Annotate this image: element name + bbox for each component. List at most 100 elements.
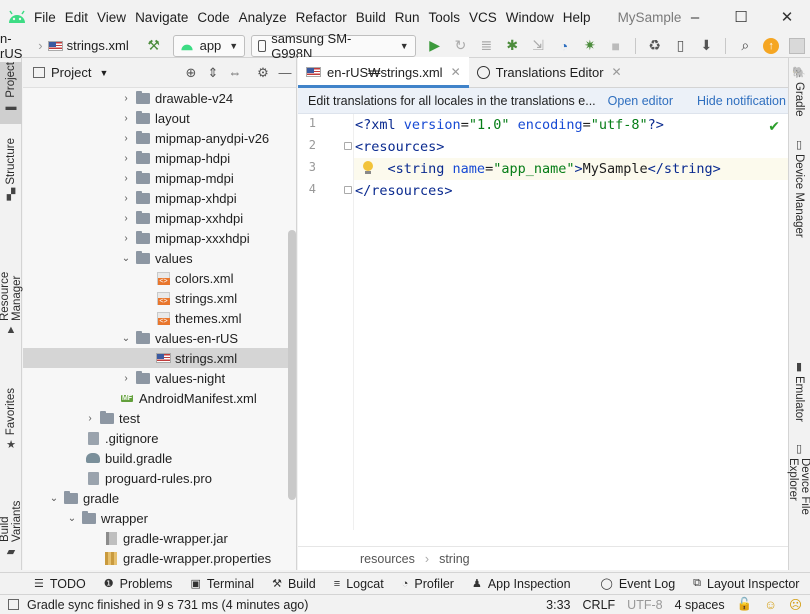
- lightbulb-icon[interactable]: [362, 161, 374, 175]
- chevron-right-icon[interactable]: ›: [119, 213, 133, 224]
- attach-debugger-icon[interactable]: ⇲: [527, 35, 549, 57]
- tool-layout-inspector[interactable]: ⧉ Layout Inspector: [693, 577, 799, 591]
- tool-event-log[interactable]: ◯ Event Log: [601, 577, 676, 591]
- account-icon[interactable]: [786, 35, 808, 57]
- tab-emulator[interactable]: ▮ Emulator: [788, 360, 810, 424]
- lock-icon[interactable]: 🔓: [737, 597, 753, 612]
- tree-item-test[interactable]: › test: [23, 408, 296, 428]
- toggle-tool-windows-icon[interactable]: [8, 599, 19, 610]
- maximize-button[interactable]: ☐: [718, 0, 764, 34]
- tree-item-themes-xml[interactable]: themes.xml: [23, 308, 296, 328]
- tab-device-file-explorer[interactable]: ▯ Device File Explorer: [787, 442, 810, 560]
- breadcrumb-resources[interactable]: resources: [360, 552, 415, 566]
- fold-toggle-icon[interactable]: [344, 142, 352, 150]
- tree-item-strings-xml[interactable]: strings.xml: [23, 288, 296, 308]
- tree-item-wrapper[interactable]: ⌄ wrapper: [23, 508, 296, 528]
- apply-code-changes-icon[interactable]: ≣: [475, 35, 497, 57]
- tree-item-values-en-rus[interactable]: ⌄ values-en-rUS: [23, 328, 296, 348]
- attach-process-icon[interactable]: ✷: [579, 35, 601, 57]
- line-separator[interactable]: CRLF: [583, 598, 616, 612]
- project-view-select[interactable]: Project ▼: [33, 65, 108, 80]
- tab-build-variants[interactable]: Build Variants ▰: [0, 474, 23, 558]
- chevron-right-icon[interactable]: ›: [119, 93, 133, 104]
- run-config-select[interactable]: app ▼: [172, 34, 246, 57]
- tree-item-values-night[interactable]: › values-night: [23, 368, 296, 388]
- tree-item-mipmap-anydpi-v26[interactable]: › mipmap-anydpi-v26: [23, 128, 296, 148]
- close-tab-icon[interactable]: ✕: [612, 65, 622, 79]
- tree-item-mipmap-xxhdpi[interactable]: › mipmap-xxhdpi: [23, 208, 296, 228]
- tree-item-mipmap-mdpi[interactable]: › mipmap-mdpi: [23, 168, 296, 188]
- tool-problems[interactable]: ❶ Problems: [104, 577, 173, 591]
- tool-todo[interactable]: ☰ TODO: [34, 577, 86, 591]
- menu-file[interactable]: File: [34, 10, 56, 25]
- tool-app-inspection[interactable]: ♟ App Inspection: [472, 577, 571, 591]
- smiley-sad-icon[interactable]: ☹: [789, 597, 802, 612]
- stop-icon[interactable]: ■: [605, 35, 627, 57]
- status-message[interactable]: Gradle sync finished in 9 s 731 ms (4 mi…: [8, 598, 308, 612]
- hide-notification-link[interactable]: Hide notification: [697, 94, 786, 108]
- close-button[interactable]: ✕: [764, 0, 810, 34]
- menu-help[interactable]: Help: [563, 10, 591, 25]
- device-select[interactable]: samsung SM-G998N ▼: [251, 31, 416, 61]
- tool-build[interactable]: ⚒ Build: [272, 577, 316, 591]
- tab-resource-manager[interactable]: Resource Manager ▲: [0, 224, 23, 336]
- collapse-all-icon[interactable]: ⇔: [224, 65, 246, 80]
- device-manager-icon[interactable]: ▯: [670, 35, 692, 57]
- tool-profiler[interactable]: ◔ Profiler: [402, 577, 454, 591]
- tab-gradle[interactable]: 🐘 Gradle: [788, 66, 810, 126]
- chevron-right-icon[interactable]: ›: [119, 233, 133, 244]
- tab-strings-xml[interactable]: en-rUS₩strings.xml ✕: [298, 57, 469, 88]
- menu-refactor[interactable]: Refactor: [296, 10, 347, 25]
- menu-vcs[interactable]: VCS: [469, 10, 497, 25]
- tab-translations-editor[interactable]: Translations Editor ✕: [469, 57, 630, 87]
- tree-item-gradle-wrapper-properties[interactable]: gradle-wrapper.properties: [23, 548, 296, 568]
- chevron-right-icon[interactable]: ›: [119, 173, 133, 184]
- tool-logcat[interactable]: ≡ Logcat: [334, 577, 384, 591]
- open-editor-link[interactable]: Open editor: [608, 94, 673, 108]
- update-icon[interactable]: ↑: [760, 35, 782, 57]
- tab-structure[interactable]: Structure ▞: [0, 138, 22, 204]
- tree-item-mipmap-xhdpi[interactable]: › mipmap-xhdpi: [23, 188, 296, 208]
- chevron-right-icon[interactable]: ›: [119, 373, 133, 384]
- chevron-right-icon[interactable]: ›: [119, 113, 133, 124]
- hammer-build-icon[interactable]: ⚒: [143, 35, 165, 57]
- menu-navigate[interactable]: Navigate: [135, 10, 188, 25]
- tree-item-values[interactable]: ⌄ values: [23, 248, 296, 268]
- menu-code[interactable]: Code: [197, 10, 229, 25]
- tree-item-gradle-wrapper-jar[interactable]: gradle-wrapper.jar: [23, 528, 296, 548]
- chevron-right-icon[interactable]: ›: [83, 413, 97, 424]
- tree-item-gradle[interactable]: ⌄ gradle: [23, 488, 296, 508]
- tree-item-build-gradle[interactable]: build.gradle: [23, 448, 296, 468]
- run-icon[interactable]: ▶: [424, 35, 446, 57]
- breadcrumb-string[interactable]: string: [439, 552, 470, 566]
- tab-favorites[interactable]: Favorites ★: [0, 388, 22, 454]
- chevron-down-icon[interactable]: ⌄: [47, 493, 61, 504]
- menu-edit[interactable]: Edit: [65, 10, 88, 25]
- breadcrumb-file[interactable]: strings.xml: [67, 38, 129, 53]
- tree-item-strings-xml-en-rus[interactable]: strings.xml: [23, 348, 296, 368]
- project-tree-scrollbar[interactable]: [288, 230, 296, 500]
- chevron-right-icon[interactable]: ›: [119, 133, 133, 144]
- apply-changes-icon[interactable]: ↻: [450, 35, 472, 57]
- menu-tools[interactable]: Tools: [429, 10, 461, 25]
- locate-file-icon[interactable]: ⊕: [180, 65, 202, 81]
- chevron-down-icon[interactable]: ⌄: [119, 333, 133, 344]
- menu-window[interactable]: Window: [506, 10, 554, 25]
- tree-item-colors-xml[interactable]: colors.xml: [23, 268, 296, 288]
- menu-build[interactable]: Build: [356, 10, 386, 25]
- minimize-button[interactable]: –: [672, 0, 718, 34]
- tab-project[interactable]: Project ▬: [0, 62, 22, 124]
- close-tab-icon[interactable]: ✕: [451, 65, 461, 79]
- hide-panel-icon[interactable]: —: [274, 65, 296, 80]
- menu-view[interactable]: View: [97, 10, 126, 25]
- tree-item-mipmap-hdpi[interactable]: › mipmap-hdpi: [23, 148, 296, 168]
- fold-toggle-icon[interactable]: [344, 186, 352, 194]
- tree-item-gitignore[interactable]: .gitignore: [23, 428, 296, 448]
- tree-item-android-manifest[interactable]: MF AndroidManifest.xml: [23, 388, 296, 408]
- chevron-right-icon[interactable]: ›: [119, 153, 133, 164]
- profile-icon[interactable]: ◔: [553, 35, 575, 57]
- menu-analyze[interactable]: Analyze: [239, 10, 287, 25]
- menu-run[interactable]: Run: [395, 10, 420, 25]
- tree-item-mipmap-xxxhdpi[interactable]: › mipmap-xxxhdpi: [23, 228, 296, 248]
- breadcrumb-locale-folder[interactable]: n-rUS: [0, 31, 33, 61]
